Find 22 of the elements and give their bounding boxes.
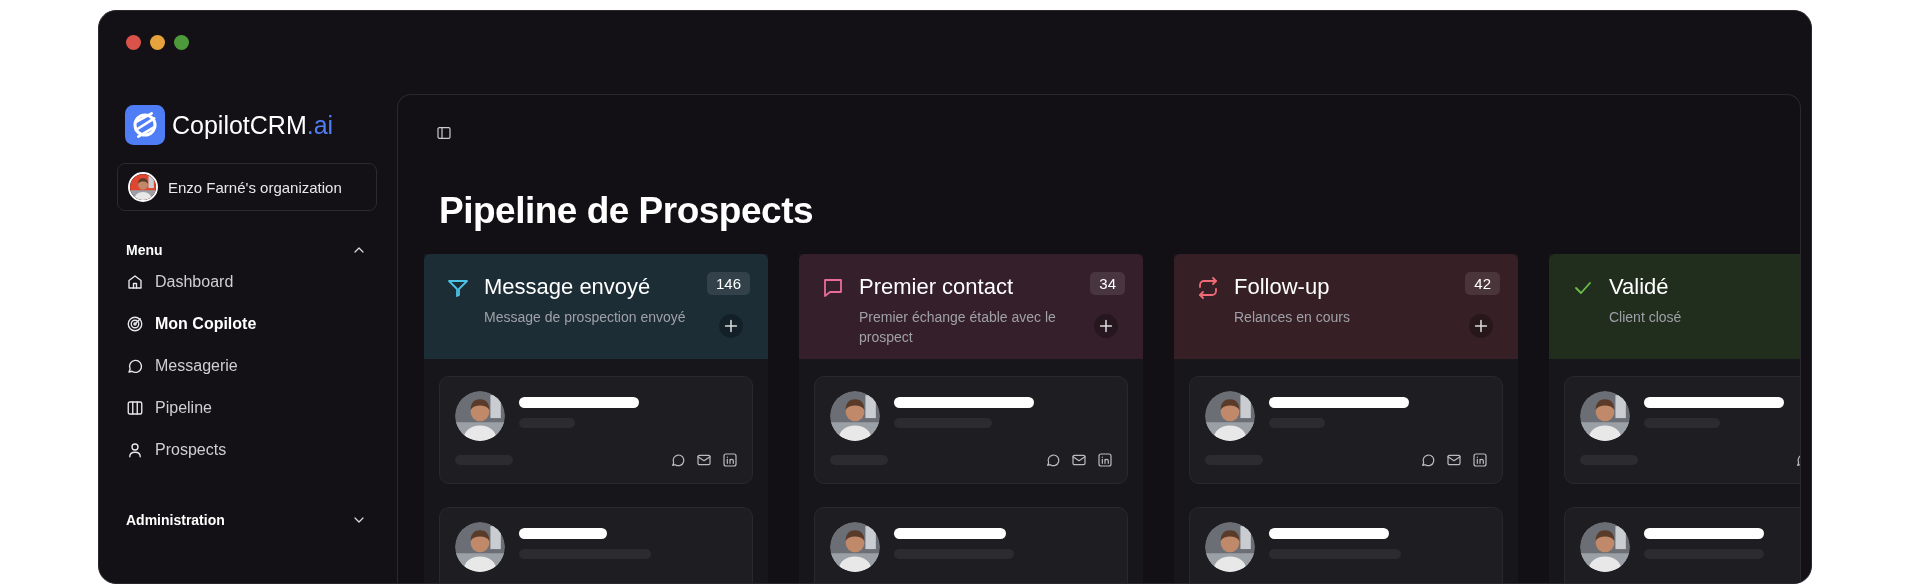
section-header[interactable]: Administration xyxy=(117,509,377,531)
nav-item[interactable]: Pipeline xyxy=(117,387,377,429)
section-header[interactable]: Menu xyxy=(117,239,377,261)
nav-item[interactable]: Prospects xyxy=(117,429,377,471)
column-title: Premier contact xyxy=(859,274,1015,300)
organization-selector[interactable]: Enzo Farné's organization xyxy=(117,163,377,211)
brand-suffix: .ai xyxy=(306,110,334,140)
column-description: Client closé xyxy=(1609,308,1683,327)
column-description: Premier échange étable avec le prospect xyxy=(859,308,1057,347)
column-description: Relances en cours xyxy=(1234,308,1351,327)
column-title: Follow-up xyxy=(1234,274,1331,300)
page-title: Pipeline de Prospects xyxy=(439,190,815,232)
column-description: Message de prospection envoyé xyxy=(484,308,687,327)
brand-name: CopilotCRM xyxy=(172,110,307,140)
column-title: Validé xyxy=(1609,274,1670,300)
nav-item[interactable]: Messagerie xyxy=(117,345,377,387)
count-badge: 42 xyxy=(1465,272,1500,295)
count-badge: 34 xyxy=(1090,272,1125,295)
count-badge: 146 xyxy=(706,272,750,295)
nav-item[interactable]: Mon Copilote xyxy=(117,303,377,345)
column-title: Message envoyé xyxy=(484,274,652,300)
nav-item[interactable]: Dashboard xyxy=(117,261,377,303)
